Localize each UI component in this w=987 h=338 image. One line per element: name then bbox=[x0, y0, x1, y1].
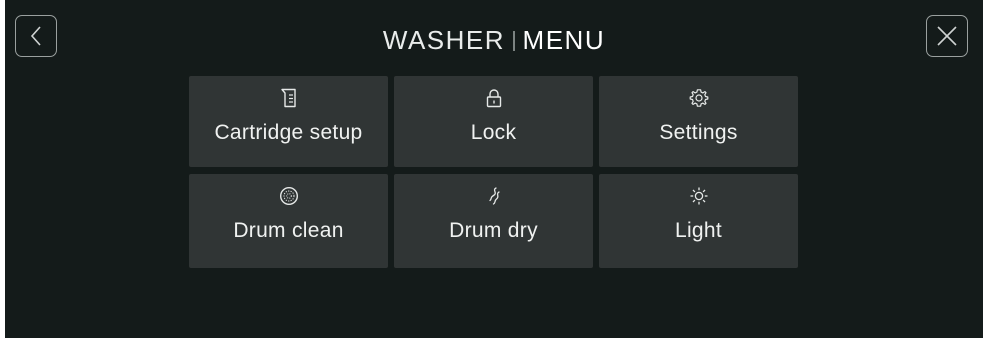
lock-label: Lock bbox=[470, 121, 517, 144]
washer-menu-screen: WASHER MENU Cartridge setup Lock Setting… bbox=[5, 0, 983, 338]
lock-icon bbox=[485, 88, 503, 108]
light-button[interactable]: Light bbox=[599, 174, 798, 268]
title-washer: WASHER bbox=[382, 25, 506, 55]
lock-button[interactable]: Lock bbox=[394, 76, 593, 167]
drum-clean-button[interactable]: Drum clean bbox=[189, 174, 388, 268]
drum-clean-label: Drum clean bbox=[233, 219, 344, 242]
gear-icon bbox=[689, 88, 709, 108]
page-title: WASHER MENU bbox=[5, 22, 983, 58]
close-button[interactable] bbox=[926, 15, 968, 57]
settings-label: Settings bbox=[659, 121, 738, 144]
menu-grid: Cartridge setup Lock Settings Drum clean… bbox=[189, 76, 799, 268]
light-icon bbox=[689, 186, 709, 206]
title-divider bbox=[513, 31, 515, 51]
drum-dry-icon bbox=[485, 186, 503, 206]
cartridge-setup-label: Cartridge setup bbox=[214, 121, 363, 144]
close-icon bbox=[935, 24, 959, 48]
title-menu: MENU bbox=[522, 25, 606, 55]
cartridge-setup-button[interactable]: Cartridge setup bbox=[189, 76, 388, 167]
drum-clean-icon bbox=[279, 186, 299, 206]
drum-dry-label: Drum dry bbox=[449, 219, 538, 242]
light-label: Light bbox=[674, 219, 723, 242]
drum-dry-button[interactable]: Drum dry bbox=[394, 174, 593, 268]
settings-button[interactable]: Settings bbox=[599, 76, 798, 167]
cartridge-icon bbox=[280, 88, 298, 108]
